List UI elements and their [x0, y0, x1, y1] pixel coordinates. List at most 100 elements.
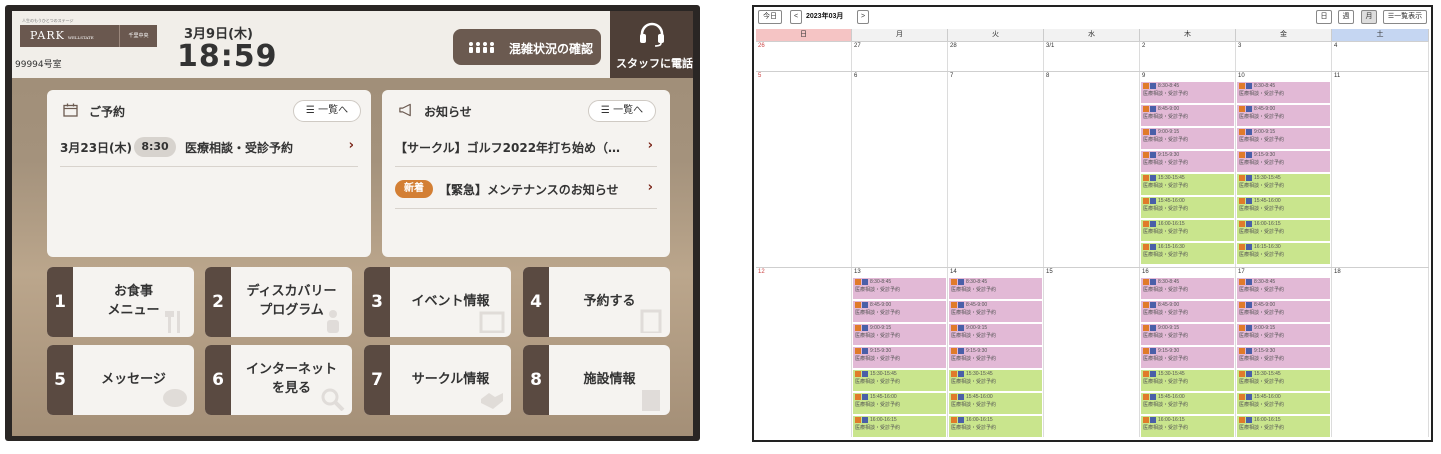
- calendar-day-cell[interactable]: 28: [948, 42, 1044, 71]
- calendar-day-cell[interactable]: 17 8:30-8:45 医療相談・受診予約 8:45-9:00 医療相談・受診予約 9:…: [1236, 268, 1332, 438]
- calendar-day-cell[interactable]: 6: [852, 72, 948, 267]
- day-number: 17: [1238, 269, 1245, 275]
- event-status-icon: [951, 301, 957, 308]
- calendar-event[interactable]: 16:15-16:30 医療相談・受診予約: [1141, 243, 1234, 265]
- calendar-day-cell[interactable]: 5: [756, 72, 852, 267]
- calendar-event[interactable]: 8:30-8:45 医療相談・受診予約: [1237, 278, 1330, 300]
- calendar-event[interactable]: 8:45-9:00 医療相談・受診予約: [1141, 105, 1234, 127]
- calendar-event[interactable]: 15:45-16:00 医療相談・受診予約: [1237, 393, 1330, 415]
- calendar-event[interactable]: 8:30-8:45 医療相談・受診予約: [853, 278, 946, 300]
- calendar-day-cell[interactable]: 3/1: [1044, 42, 1140, 71]
- calendar-event[interactable]: 8:45-9:00 医療相談・受診予約: [949, 301, 1042, 323]
- event-time: 15:45-16:00: [966, 394, 993, 400]
- calendar-day-cell[interactable]: 10 8:30-8:45 医療相談・受診予約 8:45-9:00 医療相談・受診予約 9:…: [1236, 72, 1332, 267]
- calendar-event[interactable]: 9:15-9:30 医療相談・受診予約: [1141, 151, 1234, 173]
- calendar-day-cell[interactable]: 3: [1236, 42, 1332, 71]
- calendar-day-cell[interactable]: 13 8:30-8:45 医療相談・受診予約 8:45-9:00 医療相談・受診予約 9:…: [852, 268, 948, 438]
- event-status-icon: [1239, 105, 1245, 112]
- calendar-event[interactable]: 8:30-8:45 医療相談・受診予約: [1237, 82, 1330, 104]
- menu-tile-meal[interactable]: 1 お食事 メニュー: [47, 267, 194, 337]
- prev-month-button[interactable]: <: [790, 10, 802, 24]
- calendar-event[interactable]: 15:30-15:45 医療相談・受診予約: [1237, 174, 1330, 196]
- calendar-day-cell[interactable]: 27: [852, 42, 948, 71]
- event-type-icon: [958, 370, 964, 377]
- calendar-event[interactable]: 15:30-15:45 医療相談・受診予約: [1141, 174, 1234, 196]
- calendar-day-cell[interactable]: 7: [948, 72, 1044, 267]
- calendar-event[interactable]: 15:45-16:00 医療相談・受診予約: [1237, 197, 1330, 219]
- event-status-icon: [1239, 324, 1245, 331]
- menu-tile-reserve[interactable]: 4 予約する: [523, 267, 670, 337]
- calendar-event[interactable]: 9:00-9:15 医療相談・受診予約: [1237, 324, 1330, 346]
- calendar-event[interactable]: 16:00-16:15 医療相談・受診予約: [1237, 416, 1330, 438]
- next-month-button[interactable]: >: [857, 10, 869, 24]
- news-list-button[interactable]: ☰ 一覧へ: [588, 100, 656, 122]
- reservations-list-button[interactable]: ☰ 一覧へ: [293, 100, 361, 122]
- calendar-day-cell[interactable]: 16 8:30-8:45 医療相談・受診予約 8:45-9:00 医療相談・受診予約 9:…: [1140, 268, 1236, 438]
- calendar-event[interactable]: 9:15-9:30 医療相談・受診予約: [949, 347, 1042, 369]
- week-view-button[interactable]: 週: [1338, 10, 1354, 24]
- calendar-day-cell[interactable]: 11: [1332, 72, 1429, 267]
- call-staff-button[interactable]: スタッフに電話: [610, 11, 693, 78]
- calendar-event[interactable]: 16:00-16:15 医療相談・受診予約: [853, 416, 946, 438]
- event-time: 8:45-9:00: [1254, 106, 1276, 112]
- event-type-icon: [862, 393, 868, 400]
- calendar-event[interactable]: 8:45-9:00 医療相談・受診予約: [853, 301, 946, 323]
- menu-tile-internet[interactable]: 6 インターネット を見る: [205, 345, 352, 415]
- calendar-event[interactable]: 15:30-15:45 医療相談・受診予約: [1141, 370, 1234, 392]
- reservation-item[interactable]: 3月23日(木) 8:30 医療相談・受診予約 ›: [60, 127, 358, 167]
- calendar-event[interactable]: 9:15-9:30 医療相談・受診予約: [1237, 347, 1330, 369]
- calendar-event[interactable]: 9:00-9:15 医療相談・受診予約: [1141, 128, 1234, 150]
- event-type-icon: [862, 347, 868, 354]
- event-status-icon: [951, 324, 957, 331]
- calendar-day-cell[interactable]: 18: [1332, 268, 1429, 437]
- calendar-day-cell[interactable]: 9 8:30-8:45 医療相談・受診予約 8:45-9:00 医療相談・受診予約 9:0…: [1140, 72, 1236, 267]
- calendar-day-cell[interactable]: 4: [1332, 42, 1429, 71]
- month-view-button[interactable]: 月: [1361, 10, 1377, 24]
- calendar-day-cell[interactable]: 26: [756, 42, 852, 71]
- calendar-event[interactable]: 9:15-9:30 医療相談・受診予約: [853, 347, 946, 369]
- calendar-event[interactable]: 15:45-16:00 医療相談・受診予約: [1141, 197, 1234, 219]
- menu-tile-discovery[interactable]: 2 ディスカバリー プログラム: [205, 267, 352, 337]
- calendar-event[interactable]: 9:00-9:15 医療相談・受診予約: [949, 324, 1042, 346]
- calendar-event[interactable]: 8:30-8:45 医療相談・受診予約: [1141, 82, 1234, 104]
- calendar-event[interactable]: 16:00-16:15 医療相談・受診予約: [1141, 416, 1234, 438]
- calendar-event[interactable]: 9:15-9:30 医療相談・受診予約: [1237, 151, 1330, 173]
- calendar-day-cell[interactable]: 2: [1140, 42, 1236, 71]
- calendar-day-cell[interactable]: 15: [1044, 268, 1140, 437]
- menu-tile-facility[interactable]: 8 施設情報: [523, 345, 670, 415]
- news-item[interactable]: 新着 【緊急】メンテナンスのお知らせ ›: [395, 169, 657, 209]
- calendar-day-cell[interactable]: 14 8:30-8:45 医療相談・受診予約 8:45-9:00 医療相談・受診予約 9:…: [948, 268, 1044, 438]
- calendar-event[interactable]: 8:45-9:00 医療相談・受診予約: [1237, 105, 1330, 127]
- menu-tile-message[interactable]: 5 メッセージ: [47, 345, 194, 415]
- calendar-event[interactable]: 15:30-15:45 医療相談・受診予約: [853, 370, 946, 392]
- calendar-event[interactable]: 8:30-8:45 医療相談・受診予約: [1141, 278, 1234, 300]
- calendar-event[interactable]: 16:00-16:15 医療相談・受診予約: [949, 416, 1042, 438]
- calendar-event[interactable]: 9:15-9:30 医療相談・受診予約: [1141, 347, 1234, 369]
- calendar-event[interactable]: 9:00-9:15 医療相談・受診予約: [853, 324, 946, 346]
- crowd-status-button[interactable]: 混雑状況の確認: [453, 29, 601, 65]
- event-status-icon: [1239, 393, 1245, 400]
- calendar-event[interactable]: 16:15-16:30 医療相談・受診予約: [1237, 243, 1330, 265]
- calendar-event[interactable]: 15:30-15:45 医療相談・受診予約: [1237, 370, 1330, 392]
- event-title: 医療相談・受診予約: [1239, 425, 1285, 431]
- event-title: 医療相談・受診予約: [1143, 310, 1189, 316]
- calendar-event[interactable]: 16:00-16:15 医療相談・受診予約: [1237, 220, 1330, 242]
- menu-tile-events[interactable]: 3 イベント情報: [364, 267, 511, 337]
- calendar-event[interactable]: 15:45-16:00 医療相談・受診予約: [949, 393, 1042, 415]
- news-item[interactable]: 【サークル】ゴルフ2022年打ち始め（… ›: [395, 127, 657, 167]
- calendar-event[interactable]: 15:30-15:45 医療相談・受診予約: [949, 370, 1042, 392]
- calendar-event[interactable]: 15:45-16:00 医療相談・受診予約: [853, 393, 946, 415]
- calendar-event[interactable]: 8:45-9:00 医療相談・受診予約: [1237, 301, 1330, 323]
- list-view-button[interactable]: ☰一覧表示: [1383, 10, 1427, 24]
- calendar-event[interactable]: 8:30-8:45 医療相談・受診予約: [949, 278, 1042, 300]
- today-button[interactable]: 今日: [758, 10, 782, 24]
- calendar-event[interactable]: 9:00-9:15 医療相談・受診予約: [1141, 324, 1234, 346]
- menu-tile-circle[interactable]: 7 サークル情報: [364, 345, 511, 415]
- calendar-event[interactable]: 15:45-16:00 医療相談・受診予約: [1141, 393, 1234, 415]
- day-view-button[interactable]: 日: [1316, 10, 1332, 24]
- calendar-event[interactable]: 9:00-9:15 医療相談・受診予約: [1237, 128, 1330, 150]
- calendar-event[interactable]: 8:45-9:00 医療相談・受診予約: [1141, 301, 1234, 323]
- calendar-event[interactable]: 16:00-16:15 医療相談・受診予約: [1141, 220, 1234, 242]
- calendar-day-cell[interactable]: 8: [1044, 72, 1140, 267]
- calendar-day-cell[interactable]: 12: [756, 268, 852, 437]
